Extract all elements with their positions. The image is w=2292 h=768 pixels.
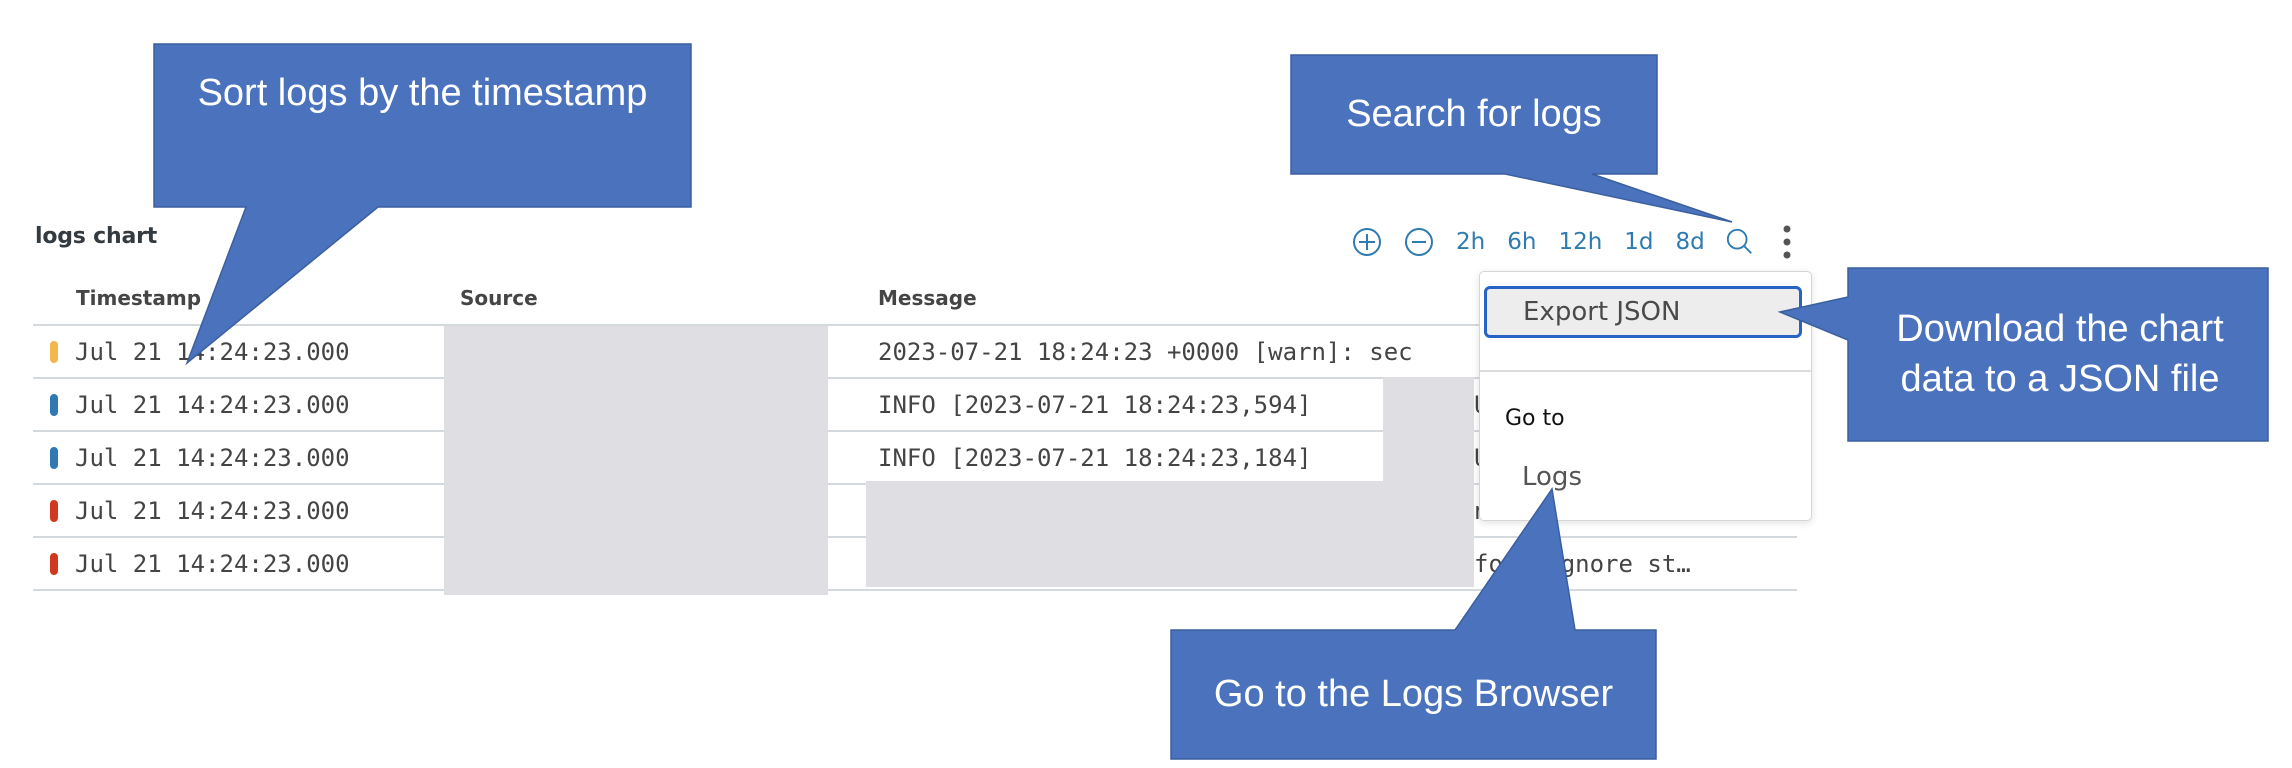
menu-section-go-to: Go to: [1505, 406, 1565, 431]
timestamp-cell: Jul 21 14:24:23.000: [75, 497, 350, 525]
redacted-message-area: [866, 481, 1474, 587]
menu-divider: [1480, 370, 1811, 372]
plus-circle-icon: [1353, 228, 1381, 256]
range-8d-button[interactable]: 8d: [1676, 229, 1705, 255]
severity-indicator-error: [50, 553, 58, 575]
message-cell: 2023-07-21 18:24:23 +0000 [warn]: sec: [878, 338, 1413, 366]
timestamp-cell: Jul 21 14:24:23.000: [75, 444, 350, 472]
menu-item-logs[interactable]: Logs: [1522, 462, 1582, 492]
search-button[interactable]: [1725, 227, 1755, 257]
callout-export-text: Download the chart data to a JSON file: [1896, 308, 2224, 400]
column-header-timestamp[interactable]: Timestamp ↓: [76, 286, 229, 310]
kebab-menu-icon: [1783, 225, 1791, 259]
message-tail: fo ="Ignore st…: [1474, 550, 1691, 578]
menu-item-export-json[interactable]: Export JSON: [1484, 286, 1802, 338]
column-header-source[interactable]: Source: [460, 286, 538, 310]
message-cell: INFO [2023-07-21 18:24:23,594]: [878, 391, 1312, 419]
range-6h-button[interactable]: 6h: [1507, 229, 1536, 255]
timestamp-cell: Jul 21 14:24:23.000: [75, 338, 350, 366]
timestamp-cell: Jul 21 14:24:23.000: [75, 391, 350, 419]
callout-search-text: Search for logs: [1346, 92, 1602, 135]
range-1d-button[interactable]: 1d: [1624, 229, 1653, 255]
timestamp-cell: Jul 21 14:24:23.000: [75, 550, 350, 578]
more-options-button[interactable]: [1777, 224, 1797, 260]
callout-goto-text: Go to the Logs Browser: [1213, 672, 1614, 715]
range-2h-button[interactable]: 2h: [1456, 229, 1485, 255]
minus-circle-icon: [1405, 228, 1433, 256]
severity-indicator-info: [50, 447, 58, 469]
redacted-message-area: [1383, 377, 1474, 481]
chart-toolbar: 2h 6h 12h 1d 8d: [1352, 224, 1797, 260]
severity-indicator-info: [50, 394, 58, 416]
zoom-out-button[interactable]: [1404, 227, 1434, 257]
sort-descending-icon: ↓: [214, 289, 230, 310]
severity-indicator-error: [50, 500, 58, 522]
severity-indicator-warn: [50, 341, 58, 363]
redacted-source-column: [444, 326, 828, 595]
search-icon: [1726, 228, 1752, 254]
chart-options-menu: Export JSON Go to Logs: [1479, 271, 1812, 521]
zoom-in-button[interactable]: [1352, 227, 1382, 257]
column-header-message[interactable]: Message: [878, 286, 977, 310]
message-cell: INFO [2023-07-21 18:24:23,184]: [878, 444, 1312, 472]
range-12h-button[interactable]: 12h: [1558, 229, 1602, 255]
panel-title: logs chart: [35, 224, 158, 249]
callout-sort-text: Sort logs by the timestamp: [197, 72, 648, 115]
